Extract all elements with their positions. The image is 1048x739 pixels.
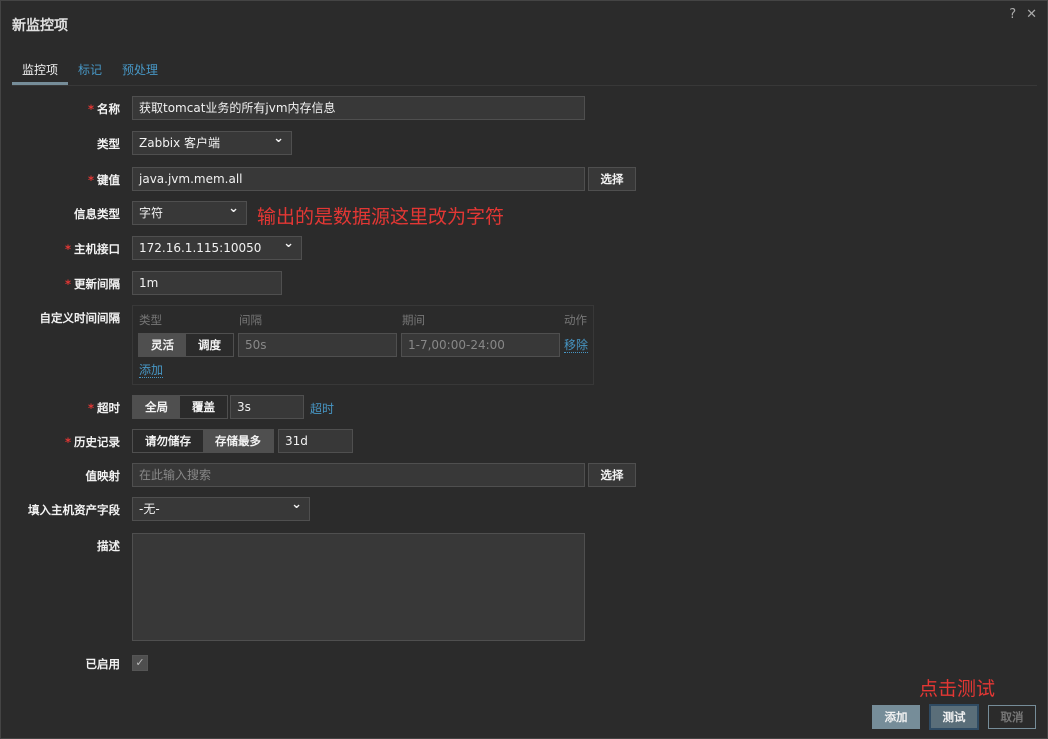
- annotation-click-test: 点击测试: [919, 678, 996, 700]
- description-textarea[interactable]: [132, 533, 585, 641]
- description-label: 描述: [97, 539, 120, 553]
- key-label: 键值: [97, 173, 120, 187]
- tab-tags[interactable]: 标记: [68, 61, 112, 85]
- col-period: 期间: [402, 313, 425, 327]
- custom-intervals-box: 类型 间隔 期间 动作 灵活 调度 50s 1-7,00:00-24:00 移除…: [132, 305, 594, 385]
- inventory-select[interactable]: -无-: [132, 497, 310, 521]
- timeout-input[interactable]: 3s: [230, 395, 304, 419]
- add-interval-link[interactable]: 添加: [139, 363, 164, 378]
- enabled-checkbox[interactable]: ✓: [132, 655, 148, 671]
- tab-item[interactable]: 监控项: [12, 61, 69, 85]
- value-map-select-button[interactable]: 选择: [588, 463, 636, 487]
- col-action: 动作: [564, 313, 587, 327]
- history-input[interactable]: 31d: [278, 429, 353, 453]
- mode-flexible[interactable]: 灵活: [139, 334, 186, 356]
- col-type: 类型: [139, 313, 162, 327]
- tab-preprocessing[interactable]: 预处理: [112, 61, 168, 85]
- close-icon[interactable]: ✕: [1026, 7, 1037, 22]
- custom-intervals-label: 自定义时间间隔: [39, 311, 121, 325]
- timeout-global[interactable]: 全局: [133, 396, 180, 418]
- type-select[interactable]: Zabbix 客户端: [132, 131, 292, 155]
- timeout-override[interactable]: 覆盖: [180, 396, 227, 418]
- history-store-up-to[interactable]: 存储最多: [203, 430, 273, 452]
- interface-select[interactable]: 172.16.1.115:10050: [132, 236, 302, 260]
- update-interval-label: 更新间隔: [74, 277, 120, 291]
- tab-bar: 监控项 标记 预处理: [12, 61, 1037, 86]
- interval-input[interactable]: 50s: [238, 333, 397, 357]
- interface-label: 主机接口: [74, 242, 120, 256]
- enabled-label: 已启用: [85, 657, 121, 671]
- test-button[interactable]: 测试: [929, 704, 979, 730]
- col-interval: 间隔: [239, 313, 262, 327]
- type-label: 类型: [97, 137, 120, 151]
- name-label: 名称: [97, 102, 120, 116]
- history-do-not-store[interactable]: 请勿储存: [133, 430, 203, 452]
- cancel-button[interactable]: 取消: [988, 705, 1036, 729]
- mode-scheduling[interactable]: 调度: [186, 334, 233, 356]
- value-map-label: 值映射: [85, 469, 121, 483]
- add-button[interactable]: 添加: [872, 705, 920, 729]
- update-interval-input[interactable]: 1m: [132, 271, 282, 295]
- timeout-link[interactable]: 超时: [310, 400, 334, 417]
- remove-link[interactable]: 移除: [564, 338, 589, 353]
- help-icon[interactable]: ?: [1009, 7, 1016, 22]
- info-type-label: 信息类型: [74, 207, 120, 221]
- name-input[interactable]: 获取tomcat业务的所有jvm内存信息: [132, 96, 585, 120]
- value-map-input[interactable]: 在此输入搜索: [132, 463, 585, 487]
- history-label: 历史记录: [74, 435, 120, 449]
- dialog-title: 新监控项: [12, 18, 68, 34]
- key-select-button[interactable]: 选择: [588, 167, 636, 191]
- key-input[interactable]: java.jvm.mem.all: [132, 167, 585, 191]
- annotation-info-type: 输出的是数据源这里改为字符: [257, 206, 505, 228]
- period-input[interactable]: 1-7,00:00-24:00: [401, 333, 560, 357]
- info-type-select[interactable]: 字符: [132, 201, 247, 225]
- inventory-label: 填入主机资产字段: [28, 503, 120, 517]
- timeout-label: 超时: [97, 401, 120, 415]
